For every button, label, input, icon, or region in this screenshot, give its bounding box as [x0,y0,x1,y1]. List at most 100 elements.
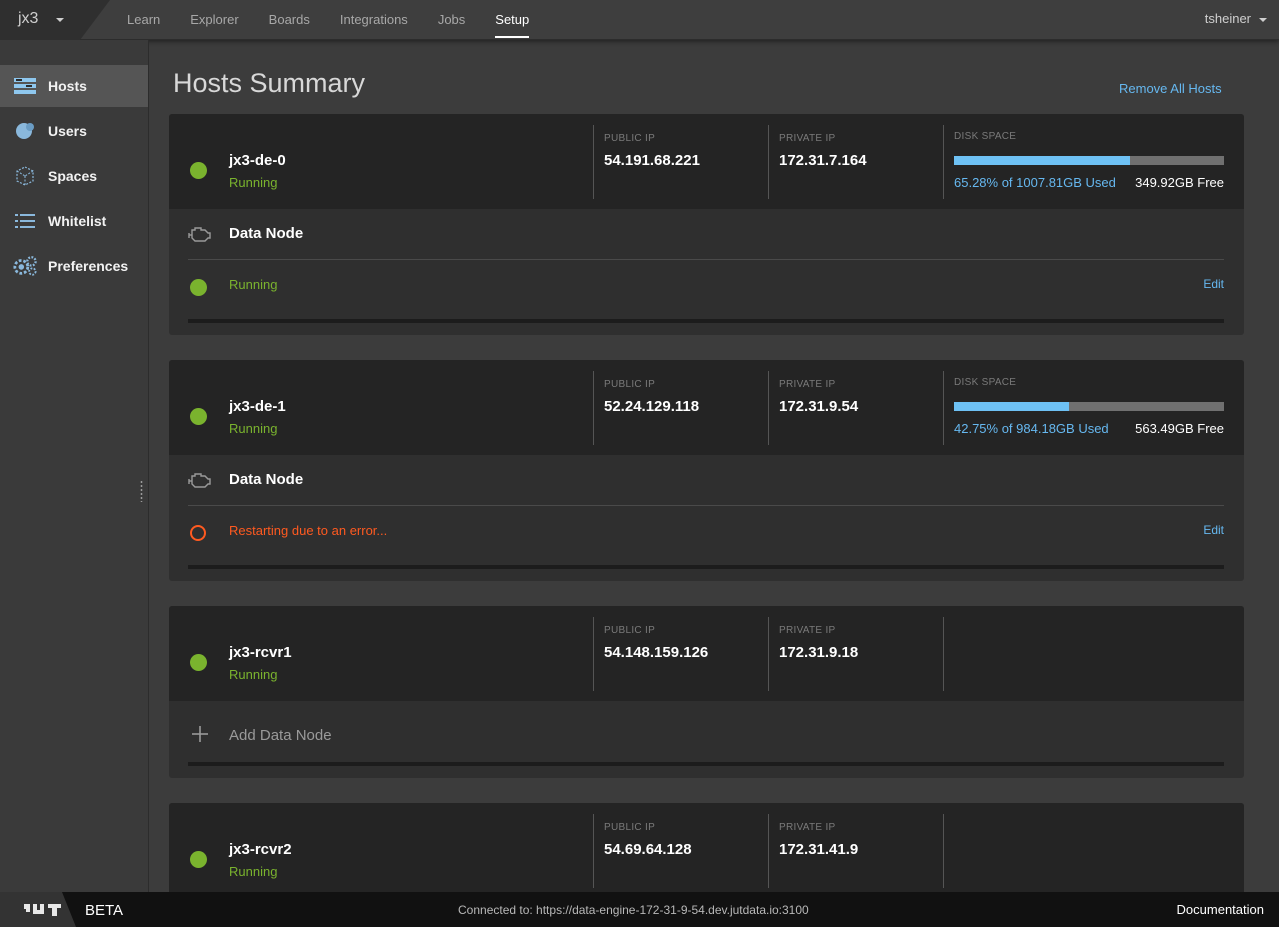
divider [593,371,594,445]
disk-usage-fill [954,156,1131,165]
host-card: jx3-rcvr2 Running PUBLIC IP 54.69.64.128… [169,803,1244,892]
nav-explorer[interactable]: Explorer [190,0,238,40]
sidebar-item-label: Hosts [48,78,87,94]
host-name: jx3-rcvr1 [229,644,292,661]
divider [943,125,944,199]
node-title: Data Node [229,471,304,488]
divider [768,125,769,199]
disk-used-text: 42.75% of 984.18GB Used [954,421,1109,436]
engine-icon [188,470,212,495]
top-bar: jx3 Learn Explorer Boards Integrations J… [0,0,1279,40]
app-name[interactable]: jx3 [18,10,38,28]
jut-logo [0,892,76,927]
disk-space-label: DISK SPACE [954,377,1017,388]
divider [768,617,769,691]
private-ip-label: PRIVATE IP [779,822,836,833]
sidebar: Hosts Users Spaces Whitelist Preferences [0,40,149,892]
host-header: jx3-de-1 Running PUBLIC IP 52.24.129.118… [169,360,1244,455]
status-dot-icon [190,279,207,296]
edit-button[interactable]: Edit [1203,277,1224,291]
resize-handle[interactable] [140,480,143,502]
host-name: jx3-de-0 [229,152,286,169]
disk-free-text: 563.49GB Free [1135,421,1224,436]
nav-jobs[interactable]: Jobs [438,0,465,40]
private-ip-label: PRIVATE IP [779,379,836,390]
nav-integrations[interactable]: Integrations [340,0,408,40]
host-status: Running [229,667,278,682]
sidebar-item-whitelist[interactable]: Whitelist [0,200,148,242]
public-ip-label: PUBLIC IP [604,379,656,390]
node-status: Restarting due to an error... [229,523,388,538]
plus-icon[interactable] [190,724,210,749]
divider [188,259,1224,260]
beta-badge: BETA [85,902,124,919]
node-status: Running [229,277,278,292]
status-dot-icon [190,654,207,671]
user-menu[interactable]: tsheiner [1205,0,1267,38]
private-ip-value: 172.31.9.54 [779,398,859,415]
gears-icon [13,256,37,276]
sidebar-item-users[interactable]: Users [0,110,148,152]
documentation-link[interactable]: Documentation [1177,902,1264,917]
sidebar-item-label: Spaces [48,168,98,184]
divider [593,617,594,691]
divider [768,814,769,888]
status-dot-icon [190,408,207,425]
host-status: Running [229,421,278,436]
public-ip-value: 52.24.129.118 [604,398,700,415]
list-icon [13,211,37,231]
host-status: Running [229,864,278,879]
private-ip-value: 172.31.7.164 [779,152,867,169]
add-data-node-button[interactable]: Add Data Node [229,727,332,744]
main-nav: Learn Explorer Boards Integrations Jobs … [127,0,559,40]
divider [593,814,594,888]
engine-icon [188,224,212,249]
divider [593,125,594,199]
chevron-down-icon[interactable] [56,18,64,22]
edit-button[interactable]: Edit [1203,523,1224,537]
error-ring-icon [190,525,206,541]
divider [768,371,769,445]
divider [943,814,944,888]
node-title: Data Node [229,225,304,242]
footer: BETA Connected to: https://data-engine-1… [0,892,1279,927]
nav-boards[interactable]: Boards [269,0,310,40]
host-name: jx3-rcvr2 [229,841,292,858]
public-ip-value: 54.148.159.126 [604,644,709,661]
disk-usage-bar [954,156,1224,165]
hosts-icon [13,76,37,96]
private-ip-value: 172.31.9.18 [779,644,859,661]
host-header: jx3-rcvr1 Running PUBLIC IP 54.148.159.1… [169,606,1244,701]
spaces-icon [13,166,37,186]
app-selector[interactable]: jx3 [0,0,110,40]
node-progress-bar [188,319,1224,323]
sidebar-item-preferences[interactable]: Preferences [0,245,148,287]
host-card: jx3-rcvr1 Running PUBLIC IP 54.148.159.1… [169,606,1244,778]
sidebar-item-label: Whitelist [48,213,107,229]
chevron-down-icon[interactable] [1259,18,1267,22]
sidebar-item-label: Preferences [48,258,129,274]
sidebar-item-hosts[interactable]: Hosts [0,65,148,107]
private-ip-label: PRIVATE IP [779,133,836,144]
status-dot-icon [190,851,207,868]
user-name[interactable]: tsheiner [1205,11,1251,26]
nav-learn[interactable]: Learn [127,0,160,40]
disk-usage-fill [954,402,1070,411]
public-ip-label: PUBLIC IP [604,133,656,144]
remove-all-hosts-link[interactable]: Remove All Hosts [1119,81,1222,96]
disk-free-text: 349.92GB Free [1135,175,1224,190]
host-header: jx3-de-0 Running PUBLIC IP 54.191.68.221… [169,114,1244,209]
sidebar-item-label: Users [48,123,87,139]
sidebar-item-spaces[interactable]: Spaces [0,155,148,197]
public-ip-label: PUBLIC IP [604,625,656,636]
nav-setup[interactable]: Setup [495,0,529,40]
divider [943,371,944,445]
node-progress-bar [188,565,1224,569]
host-card: jx3-de-0 Running PUBLIC IP 54.191.68.221… [169,114,1244,335]
disk-space-label: DISK SPACE [954,131,1017,142]
private-ip-label: PRIVATE IP [779,625,836,636]
status-dot-icon [190,162,207,179]
divider [943,617,944,691]
host-status: Running [229,175,278,190]
public-ip-value: 54.69.64.128 [604,841,692,858]
